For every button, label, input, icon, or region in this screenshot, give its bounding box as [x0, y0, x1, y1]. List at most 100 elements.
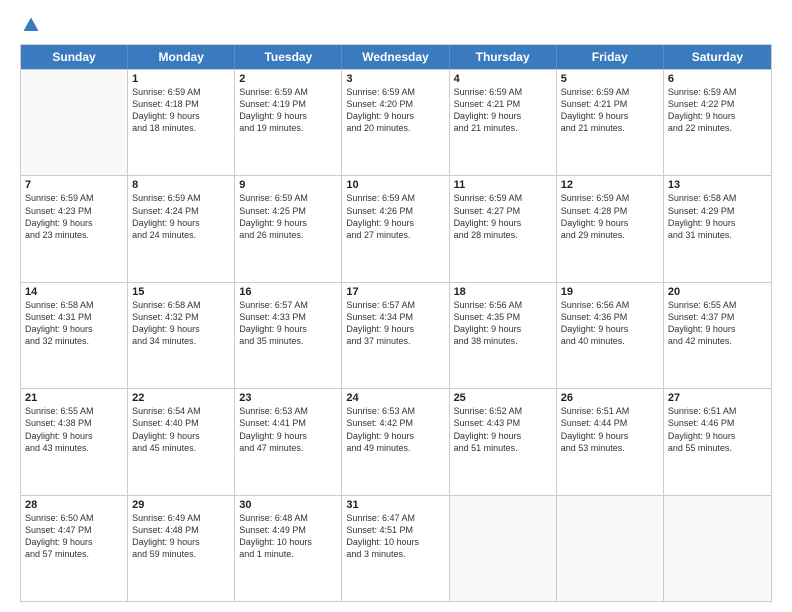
calendar-cell: 9Sunrise: 6:59 AMSunset: 4:25 PMDaylight… [235, 176, 342, 281]
cell-info-line: Sunset: 4:33 PM [239, 311, 337, 323]
calendar-header: SundayMondayTuesdayWednesdayThursdayFrid… [21, 45, 771, 69]
cell-info-line: Sunrise: 6:58 AM [132, 299, 230, 311]
calendar-cell: 16Sunrise: 6:57 AMSunset: 4:33 PMDayligh… [235, 283, 342, 388]
cell-info-line: Daylight: 9 hours [132, 430, 230, 442]
calendar-cell [21, 70, 128, 175]
cell-info-line: Daylight: 9 hours [239, 217, 337, 229]
calendar-cell: 27Sunrise: 6:51 AMSunset: 4:46 PMDayligh… [664, 389, 771, 494]
calendar-cell: 3Sunrise: 6:59 AMSunset: 4:20 PMDaylight… [342, 70, 449, 175]
calendar-cell: 30Sunrise: 6:48 AMSunset: 4:49 PMDayligh… [235, 496, 342, 601]
cell-info-line: Sunset: 4:37 PM [668, 311, 767, 323]
cell-info-line: and 43 minutes. [25, 442, 123, 454]
cell-info-line: and 57 minutes. [25, 548, 123, 560]
day-number: 3 [346, 73, 444, 85]
header-day-saturday: Saturday [664, 45, 771, 69]
header-day-wednesday: Wednesday [342, 45, 449, 69]
cell-info-line: Sunrise: 6:52 AM [454, 405, 552, 417]
cell-info-line: Sunset: 4:21 PM [454, 98, 552, 110]
calendar-cell: 6Sunrise: 6:59 AMSunset: 4:22 PMDaylight… [664, 70, 771, 175]
cell-info-line: Sunset: 4:41 PM [239, 417, 337, 429]
cell-info-line: Sunrise: 6:51 AM [561, 405, 659, 417]
day-number: 15 [132, 286, 230, 298]
cell-info-line: Sunrise: 6:47 AM [346, 512, 444, 524]
cell-info-line: and 51 minutes. [454, 442, 552, 454]
logo-text [20, 16, 40, 34]
cell-info-line: Sunrise: 6:59 AM [454, 86, 552, 98]
cell-info-line: and 23 minutes. [25, 229, 123, 241]
cell-info-line: and 31 minutes. [668, 229, 767, 241]
cell-info-line: Sunrise: 6:55 AM [668, 299, 767, 311]
cell-info-line: Sunrise: 6:50 AM [25, 512, 123, 524]
cell-info-line: Daylight: 9 hours [454, 110, 552, 122]
cell-info-line: Sunset: 4:25 PM [239, 205, 337, 217]
cell-info-line: Sunrise: 6:58 AM [668, 192, 767, 204]
cell-info-line: Sunrise: 6:55 AM [25, 405, 123, 417]
calendar-cell: 13Sunrise: 6:58 AMSunset: 4:29 PMDayligh… [664, 176, 771, 281]
day-number: 6 [668, 73, 767, 85]
cell-info-line: Sunset: 4:21 PM [561, 98, 659, 110]
day-number: 30 [239, 499, 337, 511]
cell-info-line: Daylight: 9 hours [239, 430, 337, 442]
cell-info-line: Daylight: 9 hours [346, 110, 444, 122]
calendar-week-2: 7Sunrise: 6:59 AMSunset: 4:23 PMDaylight… [21, 175, 771, 281]
cell-info-line: Daylight: 9 hours [346, 323, 444, 335]
cell-info-line: Daylight: 9 hours [132, 323, 230, 335]
header-day-friday: Friday [557, 45, 664, 69]
day-number: 22 [132, 392, 230, 404]
cell-info-line: Daylight: 9 hours [668, 430, 767, 442]
cell-info-line: Sunset: 4:36 PM [561, 311, 659, 323]
cell-info-line: Daylight: 9 hours [346, 217, 444, 229]
header-day-tuesday: Tuesday [235, 45, 342, 69]
cell-info-line: Daylight: 9 hours [561, 217, 659, 229]
cell-info-line: Sunset: 4:24 PM [132, 205, 230, 217]
cell-info-line: Sunset: 4:22 PM [668, 98, 767, 110]
cell-info-line: Daylight: 9 hours [25, 217, 123, 229]
cell-info-line: and 29 minutes. [561, 229, 659, 241]
calendar-week-3: 14Sunrise: 6:58 AMSunset: 4:31 PMDayligh… [21, 282, 771, 388]
cell-info-line: and 19 minutes. [239, 122, 337, 134]
cell-info-line: and 45 minutes. [132, 442, 230, 454]
calendar-week-5: 28Sunrise: 6:50 AMSunset: 4:47 PMDayligh… [21, 495, 771, 601]
calendar-cell: 2Sunrise: 6:59 AMSunset: 4:19 PMDaylight… [235, 70, 342, 175]
calendar-cell: 10Sunrise: 6:59 AMSunset: 4:26 PMDayligh… [342, 176, 449, 281]
cell-info-line: Sunset: 4:32 PM [132, 311, 230, 323]
cell-info-line: Sunrise: 6:59 AM [132, 192, 230, 204]
calendar-week-1: 1Sunrise: 6:59 AMSunset: 4:18 PMDaylight… [21, 69, 771, 175]
cell-info-line: Sunset: 4:51 PM [346, 524, 444, 536]
calendar-cell: 19Sunrise: 6:56 AMSunset: 4:36 PMDayligh… [557, 283, 664, 388]
calendar-cell: 12Sunrise: 6:59 AMSunset: 4:28 PMDayligh… [557, 176, 664, 281]
header-day-monday: Monday [128, 45, 235, 69]
day-number: 11 [454, 179, 552, 191]
cell-info-line: Daylight: 10 hours [239, 536, 337, 548]
calendar-week-4: 21Sunrise: 6:55 AMSunset: 4:38 PMDayligh… [21, 388, 771, 494]
calendar-cell: 4Sunrise: 6:59 AMSunset: 4:21 PMDaylight… [450, 70, 557, 175]
cell-info-line: Sunset: 4:20 PM [346, 98, 444, 110]
cell-info-line: and 53 minutes. [561, 442, 659, 454]
cell-info-line: and 49 minutes. [346, 442, 444, 454]
calendar-cell: 15Sunrise: 6:58 AMSunset: 4:32 PMDayligh… [128, 283, 235, 388]
cell-info-line: Sunrise: 6:59 AM [561, 192, 659, 204]
cell-info-line: Daylight: 9 hours [668, 217, 767, 229]
cell-info-line: and 37 minutes. [346, 335, 444, 347]
cell-info-line: Daylight: 9 hours [454, 323, 552, 335]
day-number: 17 [346, 286, 444, 298]
cell-info-line: Sunrise: 6:59 AM [561, 86, 659, 98]
cell-info-line: and 38 minutes. [454, 335, 552, 347]
calendar-cell: 8Sunrise: 6:59 AMSunset: 4:24 PMDaylight… [128, 176, 235, 281]
cell-info-line: Sunset: 4:26 PM [346, 205, 444, 217]
cell-info-line: Sunrise: 6:59 AM [454, 192, 552, 204]
calendar: SundayMondayTuesdayWednesdayThursdayFrid… [20, 44, 772, 602]
day-number: 12 [561, 179, 659, 191]
cell-info-line: and 40 minutes. [561, 335, 659, 347]
cell-info-line: Sunset: 4:42 PM [346, 417, 444, 429]
day-number: 18 [454, 286, 552, 298]
cell-info-line: Sunrise: 6:51 AM [668, 405, 767, 417]
calendar-cell: 26Sunrise: 6:51 AMSunset: 4:44 PMDayligh… [557, 389, 664, 494]
cell-info-line: and 21 minutes. [561, 122, 659, 134]
calendar-cell: 23Sunrise: 6:53 AMSunset: 4:41 PMDayligh… [235, 389, 342, 494]
calendar-cell: 1Sunrise: 6:59 AMSunset: 4:18 PMDaylight… [128, 70, 235, 175]
calendar-cell: 24Sunrise: 6:53 AMSunset: 4:42 PMDayligh… [342, 389, 449, 494]
cell-info-line: and 26 minutes. [239, 229, 337, 241]
cell-info-line: and 3 minutes. [346, 548, 444, 560]
day-number: 25 [454, 392, 552, 404]
